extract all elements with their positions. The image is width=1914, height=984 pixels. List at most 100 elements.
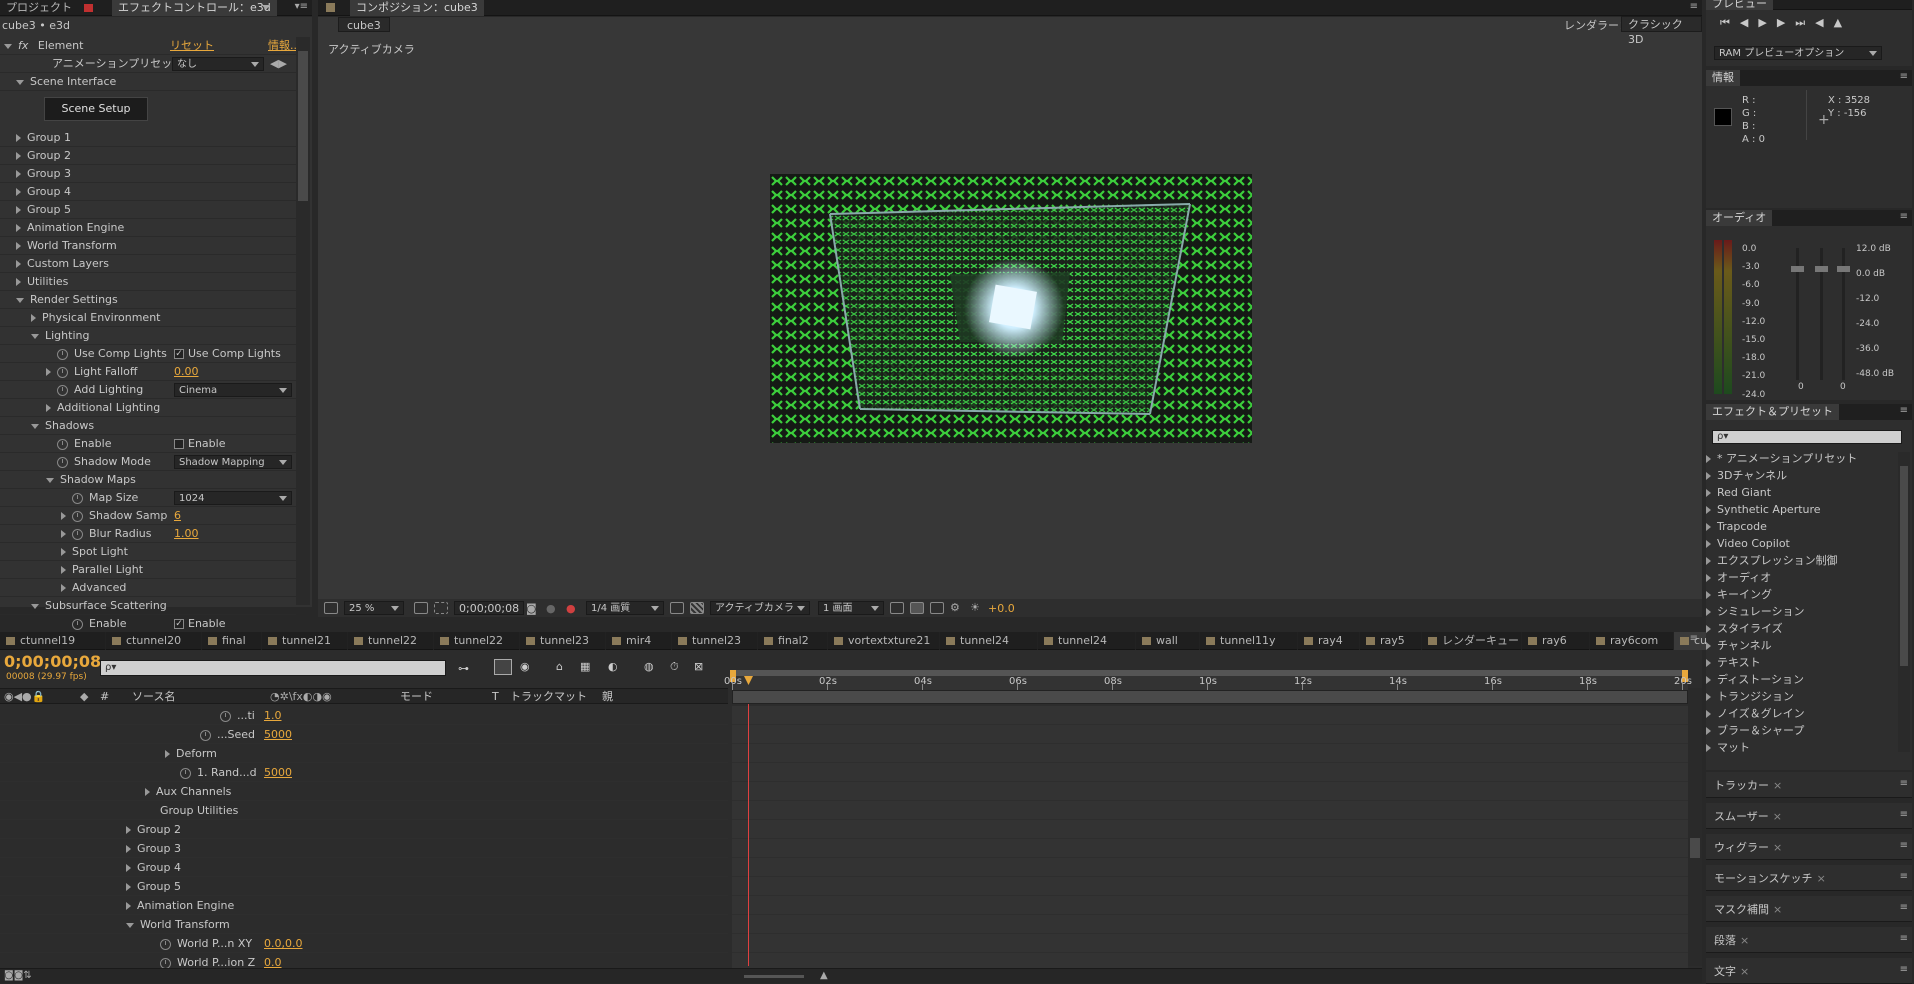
effects-category-item[interactable]: スタイライズ	[1706, 620, 1906, 637]
effect-row[interactable]: Animation Engine	[0, 219, 296, 237]
side-panel-title[interactable]: 文字 ×	[1714, 963, 1749, 979]
collapse-arrow-icon[interactable]	[31, 333, 39, 339]
expand-arrow-icon[interactable]	[126, 883, 131, 891]
collapse-arrow-icon[interactable]	[31, 423, 39, 429]
expand-arrow-icon[interactable]	[1706, 540, 1711, 548]
effect-row-dropdown[interactable]: Cinema	[174, 383, 292, 397]
effect-row[interactable]: Group 5	[0, 201, 296, 219]
comp-mini-flowchart-icon[interactable]: ⊶	[458, 662, 469, 675]
effects-category-item[interactable]: Video Copilot	[1706, 535, 1906, 552]
expand-arrow-icon[interactable]	[1706, 591, 1711, 599]
timeline-tab[interactable]: final	[202, 632, 262, 650]
shy-icon[interactable]: ◉	[520, 660, 530, 673]
timeline-tab[interactable]: ray4	[1298, 632, 1360, 650]
effect-row-dropdown[interactable]: Shadow Mapping	[174, 455, 292, 469]
stopwatch-icon[interactable]	[72, 492, 83, 504]
timeline-tab[interactable]: tunnel23	[520, 632, 606, 650]
timeline-timecode[interactable]: 0;00;00;08	[4, 652, 101, 671]
effects-category-item[interactable]: * アニメーションプリセット	[1706, 450, 1906, 467]
close-icon[interactable]: ×	[1740, 934, 1749, 947]
timeline-tab[interactable]: tunnel22	[434, 632, 520, 650]
timeline-row-value[interactable]: 0.0,0.0	[264, 934, 302, 953]
stopwatch-icon[interactable]	[57, 456, 68, 468]
effect-row[interactable]: Parallel Light	[0, 561, 296, 579]
effect-row[interactable]: Blur Radius 1.00	[0, 525, 296, 543]
views-dropdown[interactable]: 1 画面	[818, 601, 884, 615]
panel-menu-icon[interactable]: ≡	[1900, 871, 1908, 882]
panel-menu-icon[interactable]: ≡	[1900, 809, 1908, 820]
expand-arrow-icon[interactable]	[1706, 727, 1711, 735]
effects-category-item[interactable]: エクスプレッション制御	[1706, 552, 1906, 569]
expand-arrow-icon[interactable]	[126, 902, 131, 910]
effect-row[interactable]: Subsurface Scattering	[0, 597, 296, 615]
stopwatch-icon[interactable]	[72, 618, 83, 630]
expand-arrow-icon[interactable]	[126, 845, 131, 853]
expand-arrow-icon[interactable]	[61, 548, 66, 556]
effect-row[interactable]: Group 2	[0, 147, 296, 165]
renderer-button[interactable]: クラシック3D	[1621, 16, 1702, 46]
expand-arrow-icon[interactable]	[126, 826, 131, 834]
stopwatch-icon[interactable]	[57, 348, 68, 360]
expand-arrow-icon[interactable]	[1706, 625, 1711, 633]
timeline-row[interactable]: 1. Rand...d 5000	[0, 763, 728, 782]
timeline-tab[interactable]: tunnel23	[672, 632, 758, 650]
close-icon[interactable]: ×	[1817, 872, 1826, 885]
render-icon[interactable]: ⊠	[694, 660, 703, 673]
effect-row-value[interactable]: 6	[174, 507, 181, 524]
mask-visibility-icon[interactable]	[434, 602, 448, 614]
expand-arrow-icon[interactable]	[16, 188, 21, 196]
panel-menu-icon[interactable]: ≡	[1900, 840, 1908, 851]
scene-interface-row[interactable]: Scene Interface	[0, 73, 296, 91]
expand-arrow-icon[interactable]	[1706, 693, 1711, 701]
ram-preview-dropdown[interactable]: RAM プレビューオプション	[1714, 46, 1882, 60]
expand-arrow-icon[interactable]	[1706, 744, 1711, 752]
timeline-tab[interactable]: tunnel24	[1038, 632, 1136, 650]
effects-search-input[interactable]: ρ▾	[1712, 430, 1902, 444]
preset-nav-icon[interactable]: ◀▶	[270, 55, 287, 72]
effect-row[interactable]: Shadow Samp 6	[0, 507, 296, 525]
expand-arrow-icon[interactable]	[61, 530, 66, 538]
side-panel-title[interactable]: トラッカー ×	[1714, 777, 1782, 793]
side-panel-title[interactable]: 段落 ×	[1714, 932, 1749, 948]
col-parent[interactable]: 親	[602, 689, 613, 704]
expand-arrow-icon[interactable]	[31, 314, 36, 322]
expand-arrow-icon[interactable]	[16, 134, 21, 142]
resolution-dropdown[interactable]: 1/4 画質	[586, 601, 664, 615]
stopwatch-icon[interactable]	[72, 528, 83, 540]
effect-row[interactable]: Utilities	[0, 273, 296, 291]
scene-setup-button[interactable]: Scene Setup	[44, 97, 148, 121]
close-icon[interactable]: ×	[1773, 779, 1782, 792]
expand-arrow-icon[interactable]	[46, 404, 51, 412]
playhead-handle[interactable]	[744, 676, 753, 685]
close-icon[interactable]: ×	[1740, 965, 1749, 978]
expand-arrow-icon[interactable]	[1706, 608, 1711, 616]
effect-row[interactable]: Enable ✓ Enable	[0, 615, 296, 633]
expand-arrow-icon[interactable]	[61, 584, 66, 592]
graph-editor-icon[interactable]: ◐	[608, 660, 618, 673]
side-panel-title[interactable]: スムーザー ×	[1714, 808, 1782, 824]
effect-row[interactable]: Add Lighting Cinema	[0, 381, 296, 399]
timeline-search-input[interactable]: ρ▾	[100, 660, 446, 676]
timeline-row[interactable]: ...Seed 5000	[0, 725, 728, 744]
stopwatch-icon[interactable]	[57, 438, 68, 450]
effects-category-item[interactable]: ブラー＆シャープ	[1706, 722, 1906, 739]
effect-row-checkbox[interactable]: ✓ Use Comp Lights	[174, 345, 281, 362]
expand-arrow-icon[interactable]	[1706, 455, 1711, 463]
effect-row-checkbox[interactable]: Enable	[174, 435, 225, 452]
effect-row[interactable]: Advanced	[0, 579, 296, 597]
panel-menu-icon[interactable]: ≡	[1900, 71, 1908, 82]
roi-icon[interactable]	[670, 602, 684, 614]
show-snapshot-icon[interactable]: ●	[546, 602, 556, 615]
effect-row[interactable]: Use Comp Lights ✓ Use Comp Lights	[0, 345, 296, 363]
timecode-field[interactable]: 0;00;00;08	[454, 601, 525, 615]
av-switches-icon[interactable]: ◉◀●🔒	[4, 689, 45, 704]
side-panel-title[interactable]: ウィグラー ×	[1714, 839, 1782, 855]
timeline-tab[interactable]: tunnel22	[348, 632, 434, 650]
expand-arrow-icon[interactable]	[1706, 642, 1711, 650]
stopwatch-icon[interactable]	[160, 938, 171, 950]
draft-3d-icon[interactable]	[494, 659, 512, 675]
timeline-tab[interactable]: tunnel21	[262, 632, 348, 650]
zoom-dropdown[interactable]: 25 %	[344, 601, 404, 615]
stopwatch-icon[interactable]	[72, 510, 83, 522]
timeline-tab[interactable]: tunnel11y	[1200, 632, 1298, 650]
